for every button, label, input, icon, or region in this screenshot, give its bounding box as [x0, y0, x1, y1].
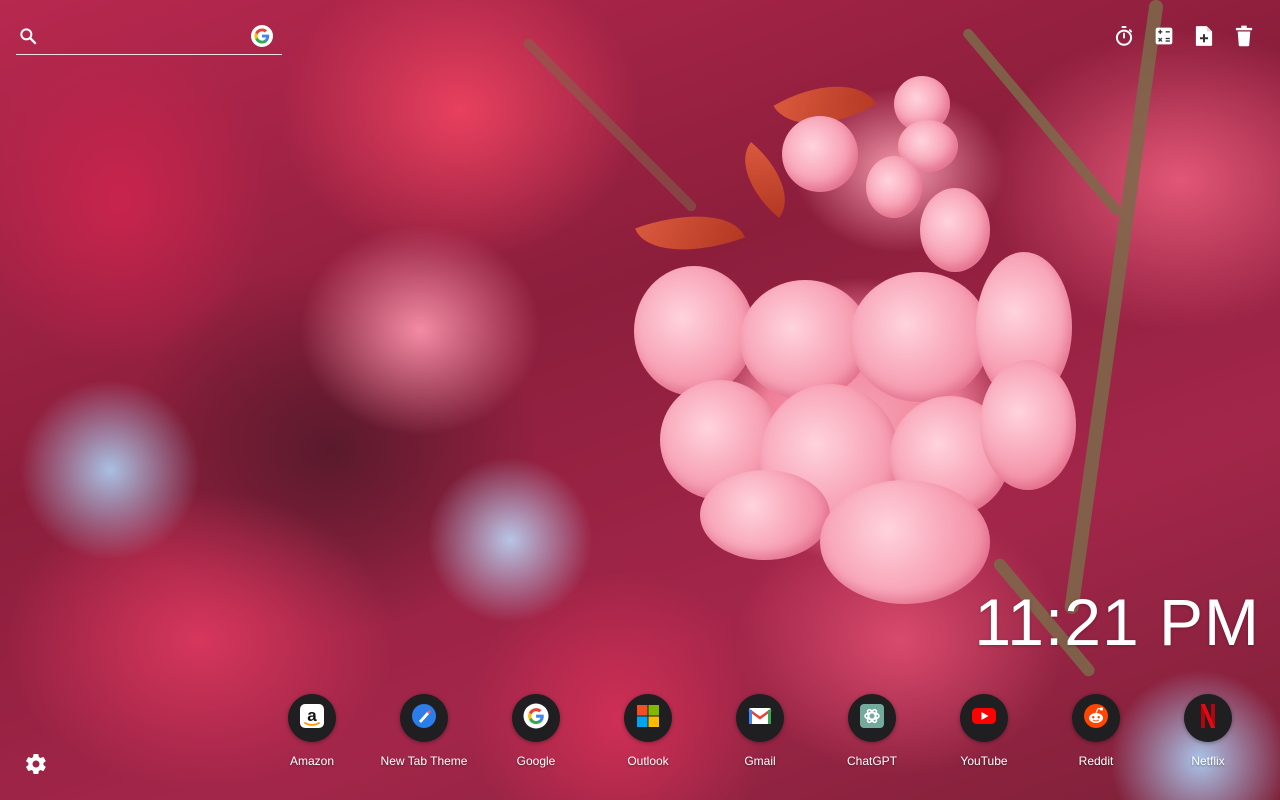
shortcut-label: Outlook [627, 754, 669, 768]
shortcut-icon-wrapper [736, 694, 784, 742]
stopwatch-icon[interactable] [1114, 24, 1134, 48]
wallpaper-branch [1063, 0, 1164, 615]
wallpaper-branch [521, 36, 699, 214]
shortcuts-bar: a Amazon New Tab Theme Google Outlook Gm… [256, 694, 1264, 768]
amazon-icon: a [299, 703, 325, 734]
shortcut-label: Reddit [1078, 754, 1114, 768]
new-tab-theme-icon [411, 703, 437, 734]
gear-icon[interactable] [24, 752, 48, 776]
shortcut-icon-wrapper [1184, 694, 1232, 742]
shortcut-label: Netflix [1191, 754, 1225, 768]
shortcut-google[interactable]: Google [480, 694, 592, 768]
search-bar [16, 18, 282, 55]
shortcut-icon-wrapper [512, 694, 560, 742]
shortcut-icon-wrapper [1072, 694, 1120, 742]
wallpaper-blossom [700, 470, 830, 560]
youtube-icon [971, 706, 997, 731]
shortcut-amazon[interactable]: a Amazon [256, 694, 368, 768]
reddit-icon [1083, 703, 1109, 734]
shortcut-reddit[interactable]: Reddit [1040, 694, 1152, 768]
shortcut-icon-wrapper [400, 694, 448, 742]
wallpaper-blossom [920, 188, 990, 272]
shortcut-icon-wrapper [960, 694, 1008, 742]
wallpaper-blossom [850, 272, 990, 402]
calculator-icon[interactable] [1154, 24, 1174, 48]
clock: 11:21 PM [974, 585, 1260, 659]
wallpaper-blossom [866, 156, 922, 218]
shortcut-label: ChatGPT [846, 754, 897, 768]
trash-icon[interactable] [1234, 24, 1254, 48]
search-icon[interactable] [18, 26, 38, 46]
shortcut-icon-wrapper [624, 694, 672, 742]
wallpaper-branch [961, 26, 1124, 218]
shortcut-outlook[interactable]: Outlook [592, 694, 704, 768]
shortcut-label: Google [516, 754, 556, 768]
shortcut-label: YouTube [960, 754, 1008, 768]
shortcut-icon-wrapper: a [288, 694, 336, 742]
google-icon [523, 703, 549, 734]
shortcut-new-tab-theme[interactable]: New Tab Theme [368, 694, 480, 768]
shortcut-label: Gmail [744, 754, 776, 768]
shortcut-label: Amazon [289, 754, 335, 768]
wallpaper-blossom [980, 360, 1076, 490]
wallpaper-blossom [634, 266, 754, 396]
shortcut-label: New Tab Theme [380, 754, 468, 768]
new-tab-page: 11:21 PM a Amazon New Tab Theme Google O… [0, 0, 1280, 800]
toolbar [1114, 24, 1254, 48]
shortcut-youtube[interactable]: YouTube [928, 694, 1040, 768]
wallpaper-blossom [820, 480, 990, 604]
netflix-icon [1199, 703, 1217, 734]
wallpaper-blossom [782, 116, 858, 192]
note-add-icon[interactable] [1194, 24, 1214, 48]
chatgpt-icon [859, 703, 885, 734]
google-g-icon[interactable] [251, 25, 273, 47]
shortcut-gmail[interactable]: Gmail [704, 694, 816, 768]
svg-text:a: a [307, 706, 317, 725]
shortcut-chatgpt[interactable]: ChatGPT [816, 694, 928, 768]
outlook-icon [636, 704, 660, 733]
search-input[interactable] [48, 22, 248, 52]
shortcut-icon-wrapper [848, 694, 896, 742]
wallpaper [0, 0, 1280, 800]
gmail-icon [748, 706, 772, 731]
shortcut-netflix[interactable]: Netflix [1152, 694, 1264, 768]
